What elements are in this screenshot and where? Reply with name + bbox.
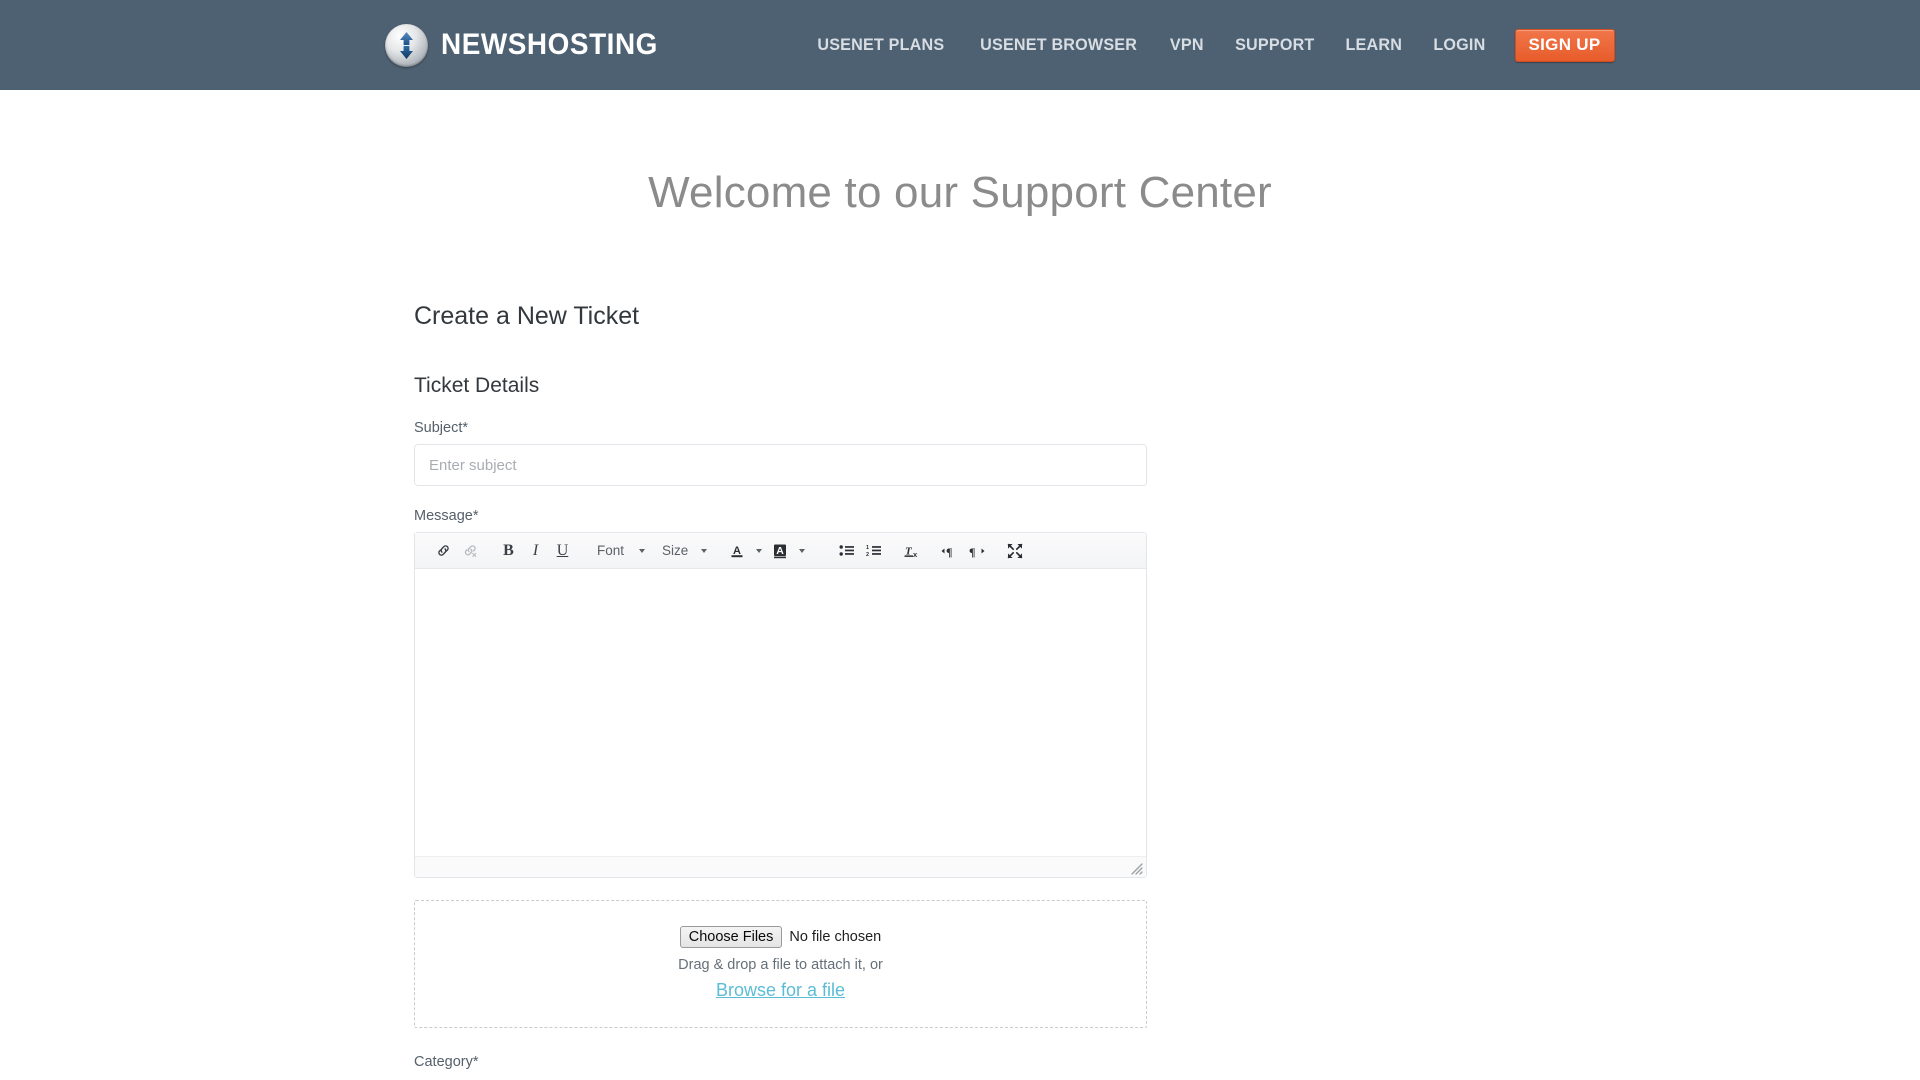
resize-grip-icon[interactable] [1130,862,1143,875]
bullet-list-icon[interactable] [834,538,859,563]
font-size-label: Size [662,543,688,558]
main-navigation: USENET PLANS USENET BROWSER VPN SUPPORT … [800,0,1615,90]
browse-for-a-file-link[interactable]: Browse for a file [716,980,845,1000]
bold-icon[interactable]: B [496,538,521,563]
drag-drop-hint: Drag & drop a file to attach it, or [415,957,1146,973]
text-color-icon[interactable]: A [724,538,749,563]
unlink-icon[interactable] [458,538,483,563]
choose-files-button[interactable]: Choose Files [680,926,783,948]
ticket-details-heading: Ticket Details [414,374,1147,398]
nav-item-vpn[interactable]: VPN [1157,35,1217,55]
brand-logo-link[interactable]: NEWSHOSTING [385,24,674,67]
svg-text:¶: ¶ [946,545,952,558]
sign-up-button[interactable]: SIGN UP [1515,29,1615,62]
svg-text:x: x [913,550,918,558]
text-direction-rtl-icon[interactable]: ¶ [964,538,989,563]
editor-toolbar: B I U Font Size [415,533,1146,569]
subject-input[interactable] [414,444,1147,486]
link-icon[interactable] [431,538,456,563]
text-color-chevron-down-icon[interactable] [751,538,765,563]
category-label: Category* [414,1054,1147,1070]
page-title: Welcome to our Support Center [0,90,1920,218]
numbered-list-icon[interactable]: 1 2 [861,538,886,563]
nav-item-login[interactable]: LOGIN [1420,35,1499,55]
file-input-row: Choose Files No file chosen [415,926,1146,948]
remove-format-icon[interactable]: T x [899,538,924,563]
nav-item-learn[interactable]: LEARN [1332,35,1415,55]
background-color-icon[interactable]: A [767,538,792,563]
message-editor-body[interactable] [415,569,1146,856]
font-family-chevron-down-icon[interactable] [631,538,651,563]
svg-text:A: A [776,545,784,557]
italic-icon[interactable]: I [523,538,548,563]
subject-field-group: Subject* [414,420,1147,486]
nav-item-support[interactable]: SUPPORT [1221,35,1327,55]
fullscreen-icon[interactable] [1002,538,1027,563]
subject-label: Subject* [414,420,1147,436]
message-label: Message* [414,508,1147,524]
rich-text-editor: B I U Font Size [414,532,1147,878]
file-dropzone[interactable]: Choose Files No file chosen Drag & drop … [414,900,1147,1028]
nav-item-usenet-browser[interactable]: USENET BROWSER [967,35,1151,55]
message-field-group: Message* B I [414,508,1147,878]
up-down-arrows-circle-icon [385,24,428,67]
site-header: NEWSHOSTING USENET PLANS USENET BROWSER … [0,0,1920,90]
svg-text:2: 2 [866,552,869,558]
text-direction-ltr-icon[interactable]: ¶ [937,538,962,563]
underline-icon[interactable]: U [550,538,575,563]
font-size-dropdown[interactable]: Size [653,538,693,563]
font-family-label: Font [597,543,624,558]
background-color-chevron-down-icon[interactable] [794,538,808,563]
brand-name: NEWSHOSTING [441,28,658,62]
font-size-chevron-down-icon[interactable] [695,538,711,563]
ticket-form: Create a New Ticket Ticket Details Subje… [414,218,1147,1070]
nav-item-usenet-plans[interactable]: USENET PLANS [804,35,958,55]
editor-status-bar [415,856,1146,877]
no-file-chosen-text: No file chosen [789,929,881,945]
svg-text:1: 1 [866,545,869,551]
font-family-dropdown[interactable]: Font [588,538,629,563]
svg-text:¶: ¶ [969,545,975,558]
form-heading: Create a New Ticket [414,302,1147,331]
